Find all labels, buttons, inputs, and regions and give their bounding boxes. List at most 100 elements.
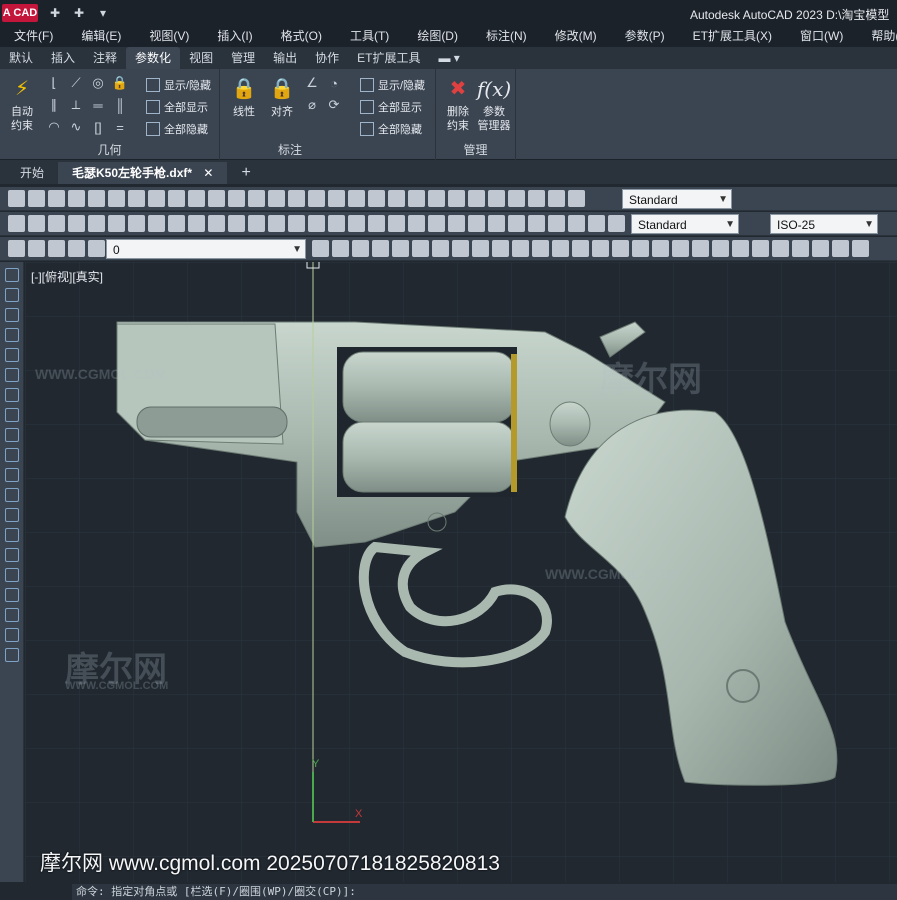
fix-lock-icon[interactable]: 🔒: [112, 75, 128, 91]
add-selected-icon[interactable]: [5, 648, 19, 662]
polyline-icon[interactable]: [5, 308, 19, 322]
qat-dropdown-icon[interactable]: ▾: [94, 5, 112, 21]
show-all-icon: [146, 100, 160, 114]
delete-constraints-button[interactable]: ✖ 删除 约束: [440, 75, 476, 133]
menu-format[interactable]: 格式(O): [267, 25, 336, 47]
menu-window[interactable]: 窗口(W): [786, 25, 857, 47]
ellipse-arc-icon[interactable]: [5, 468, 19, 482]
ribbon-tabs: 默认 插入 注释 参数化 视图 管理 输出 协作 ET扩展工具 ▬ ▾: [0, 47, 897, 69]
menu-parametric[interactable]: 参数(P): [611, 25, 679, 47]
polygon-icon[interactable]: [5, 328, 19, 342]
tab-collaborate[interactable]: 协作: [306, 47, 348, 69]
arc-icon[interactable]: [5, 368, 19, 382]
make-block-icon[interactable]: [5, 508, 19, 522]
menu-insert[interactable]: 插入(I): [203, 25, 266, 47]
layer-extra-icons[interactable]: [312, 240, 869, 257]
perpendicular-icon[interactable]: ⟂: [68, 97, 84, 113]
dim-hide-all-button[interactable]: 全部隐藏: [360, 121, 422, 137]
close-icon[interactable]: ✕: [203, 166, 213, 180]
collinear-icon[interactable]: ⟋: [68, 75, 84, 91]
visual-style-dropdown[interactable]: Standard ▼: [622, 189, 732, 209]
menu-dimension[interactable]: 标注(N): [472, 25, 541, 47]
revision-cloud-icon[interactable]: [5, 408, 19, 422]
watermark-url-2: WWW.CGMOL.COM: [35, 366, 167, 382]
layer-tool-icons[interactable]: [8, 240, 105, 257]
dimension-panel-title: 标注: [277, 143, 302, 157]
window-title: Autodesk AutoCAD 2023 D:\淘宝模型: [690, 8, 890, 22]
aligned-button[interactable]: 🔒 对齐: [264, 75, 300, 119]
standard-tool-icons[interactable]: [8, 215, 625, 232]
tab-view[interactable]: 视图: [180, 47, 222, 69]
dim-show-hide-button[interactable]: 显示/隐藏: [360, 77, 425, 93]
geo-hide-all-button[interactable]: 全部隐藏: [146, 121, 208, 137]
doc-tab-start[interactable]: 开始: [6, 162, 58, 184]
smooth-icon[interactable]: ∿: [68, 119, 84, 135]
document-tabs: 开始 毛瑟K50左轮手枪.dxf* ✕ +: [0, 160, 897, 184]
linear-button[interactable]: 🔒 线性: [226, 75, 262, 119]
convert-icon[interactable]: ⟳: [326, 97, 342, 113]
doc-tab-drawing[interactable]: 毛瑟K50左轮手枪.dxf* ✕: [58, 162, 228, 184]
qat-open-icon[interactable]: ✚: [70, 5, 88, 21]
aligned-lock-icon: 🔒: [269, 78, 295, 100]
text-style-dropdown[interactable]: Standard ▼: [631, 214, 739, 234]
tab-default[interactable]: 默认: [0, 47, 42, 69]
geometry-panel-title: 几何: [97, 143, 122, 157]
param-manager-button[interactable]: f(x) 参数 管理器: [474, 75, 514, 133]
region-icon[interactable]: [5, 588, 19, 602]
drawing-viewport[interactable]: X Y [-][俯视][真实] 摩尔网 WWW.CGMOL.COM 摩尔网 WW…: [25, 262, 897, 882]
radius-icon[interactable]: ◔: [326, 75, 342, 91]
symmetric-icon[interactable]: []: [90, 119, 106, 135]
ellipse-icon[interactable]: [5, 448, 19, 462]
parallel-icon[interactable]: ∥: [46, 97, 62, 113]
spline-icon[interactable]: [5, 428, 19, 442]
hatch-icon[interactable]: [5, 548, 19, 562]
autocad-logo[interactable]: A CAD: [2, 3, 38, 22]
tab-et-tools[interactable]: ET扩展工具: [348, 47, 429, 69]
rectangle-icon[interactable]: [5, 348, 19, 362]
menu-draw[interactable]: 绘图(D): [403, 25, 472, 47]
menu-file[interactable]: 文件(F): [0, 25, 67, 47]
menu-help[interactable]: 帮助(H): [857, 25, 897, 47]
angular-icon[interactable]: ∠: [304, 75, 320, 91]
tab-output[interactable]: 输出: [264, 47, 306, 69]
tangent-icon[interactable]: ◠: [46, 119, 62, 135]
new-tab-icon[interactable]: +: [227, 162, 264, 184]
concentric-icon[interactable]: ◎: [90, 75, 106, 91]
menu-tools[interactable]: 工具(T): [336, 25, 403, 47]
tab-insert[interactable]: 插入: [42, 47, 84, 69]
line-icon[interactable]: [5, 268, 19, 282]
param-manager-label: 参数 管理器: [477, 106, 511, 132]
draw-tool-palette: [0, 262, 24, 882]
vertical-icon[interactable]: ║: [112, 97, 128, 113]
insert-block-icon[interactable]: [5, 488, 19, 502]
equal-icon[interactable]: =: [112, 119, 128, 135]
menu-et-tools[interactable]: ET扩展工具(X): [679, 25, 786, 47]
qat-new-icon[interactable]: ✚: [46, 5, 64, 21]
auto-constrain-button[interactable]: ⚡ 自动 约束: [4, 75, 40, 133]
dim-style-dropdown[interactable]: ISO-25 ▼: [770, 214, 878, 234]
mtext-icon[interactable]: [5, 628, 19, 642]
layer-dropdown[interactable]: 0 ▼: [106, 239, 306, 259]
tab-parametric[interactable]: 参数化: [126, 47, 181, 69]
horizontal-icon[interactable]: ═: [90, 97, 106, 113]
command-line[interactable]: 命令: 指定对角点或 [栏选(F)/圈围(WP)/圈交(CP)]:: [72, 884, 897, 900]
construction-line-icon[interactable]: [5, 288, 19, 302]
table-icon[interactable]: [5, 608, 19, 622]
geo-show-all-button[interactable]: 全部显示: [146, 99, 208, 115]
tab-overflow-icon[interactable]: ▬ ▾: [429, 47, 468, 69]
diameter-icon[interactable]: ⌀: [304, 97, 320, 113]
tab-manage[interactable]: 管理: [222, 47, 264, 69]
viewport-controls-label[interactable]: [-][俯视][真实]: [31, 268, 103, 285]
menu-modify[interactable]: 修改(M): [541, 25, 611, 47]
coincident-icon[interactable]: ⌊: [46, 75, 62, 91]
solid-primitive-icons[interactable]: [8, 190, 585, 207]
footer-watermark: 摩尔网 www.cgmol.com 20250707181825820813: [40, 852, 500, 875]
circle-icon[interactable]: [5, 388, 19, 402]
point-icon[interactable]: [5, 528, 19, 542]
geo-show-hide-button[interactable]: 显示/隐藏: [146, 77, 211, 93]
gradient-icon[interactable]: [5, 568, 19, 582]
dim-show-all-button[interactable]: 全部显示: [360, 99, 422, 115]
menu-view[interactable]: 视图(V): [135, 25, 203, 47]
menu-edit[interactable]: 编辑(E): [67, 25, 135, 47]
tab-annotate[interactable]: 注释: [84, 47, 126, 69]
